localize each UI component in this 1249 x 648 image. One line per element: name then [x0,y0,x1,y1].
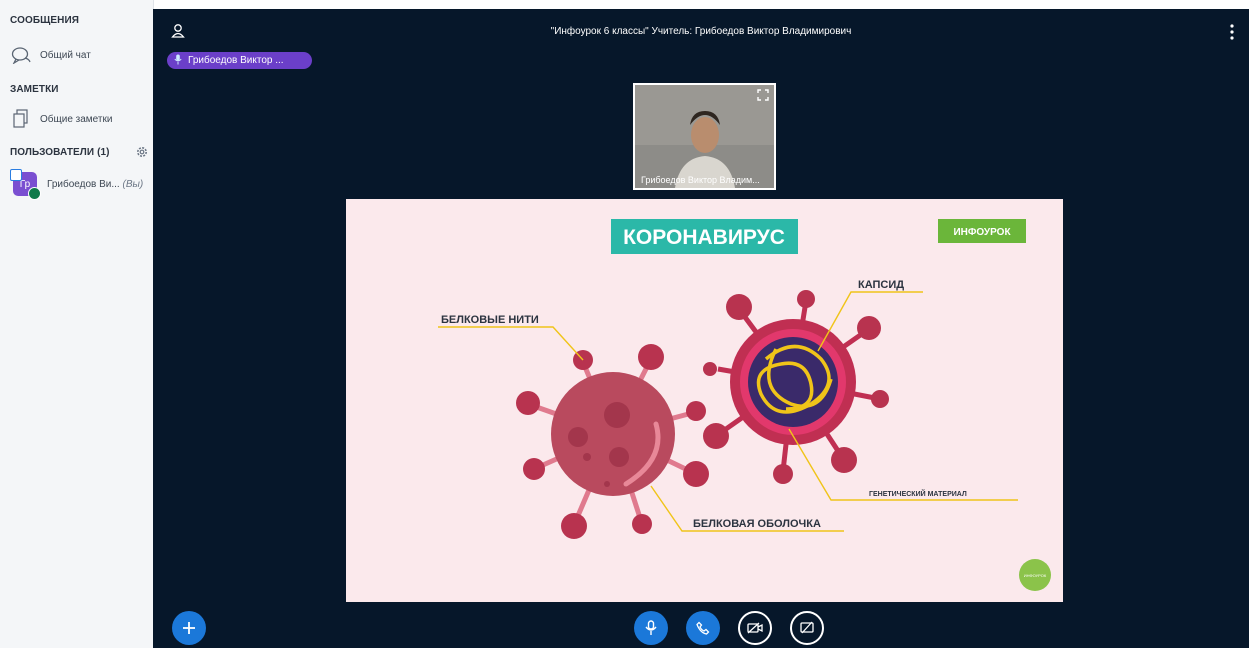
user-list-item[interactable]: Гр Грибоедов Ви... (Вы) [10,169,143,200]
sidebar-item-shared-notes[interactable]: Общие заметки [10,108,112,130]
mute-button[interactable] [634,611,668,645]
label-shell: БЕЛКОВАЯ ОБОЛОЧКА [693,518,821,530]
notes-icon [10,108,32,130]
presentation-slide[interactable]: КОРОНАВИРУС ИНФОУРОК БЕЛКОВЫЕ НИТИ КАПСИ… [346,199,1063,602]
shared-notes-label: Общие заметки [40,113,113,125]
mic-icon [645,620,657,635]
screenshare-off-icon [800,621,814,634]
users-header: ПОЛЬЗОВАТЕЛИ (1) [10,147,110,158]
phone-icon [696,621,710,635]
mic-icon [174,54,182,68]
notes-header: ЗАМЕТКИ [10,84,59,95]
slide-graphic: КОРОНАВИРУС ИНФОУРОК БЕЛКОВЫЕ НИТИ КАПСИ… [438,219,1051,591]
public-chat-label: Общий чат [40,49,91,61]
meeting-title: "Инфоурок 6 классы" Учитель: Грибоедов В… [550,26,852,37]
main-area: "Инфоурок 6 классы" Учитель: Грибоедов В… [153,9,1249,648]
messages-header: СООБЩЕНИЯ [10,15,80,26]
actions-plus-button[interactable] [172,611,206,645]
plus-icon [183,622,195,634]
slide-title: КОРОНАВИРУС [623,226,785,249]
mic-icon [28,187,41,200]
gear-icon[interactable] [135,145,149,159]
camera-off-icon [747,622,763,634]
leave-audio-button[interactable] [686,611,720,645]
webcam-label: Грибоедов Виктор Владим... [641,175,760,185]
chat-icon [10,44,32,66]
talking-user-name: Грибоедов Виктор ... [188,55,284,66]
share-webcam-button[interactable] [738,611,772,645]
fullscreen-icon[interactable] [756,88,770,102]
webcam-feed [635,85,774,188]
slide-badge-text: ИНФОУРОК [1024,573,1047,578]
label-capsid: КАПСИД [858,279,904,291]
label-protein-threads: БЕЛКОВЫЕ НИТИ [441,314,539,326]
share-screen-button[interactable] [790,611,824,645]
sidebar: СООБЩЕНИЯ Общий чат ЗАМЕТКИ Общие заметк… [0,0,154,648]
label-genetic: ГЕНЕТИЧЕСКИЙ МАТЕРИАЛ [869,489,967,498]
user-name-text: Грибоедов Ви... [47,178,120,190]
user-name: Грибоедов Ви... (Вы) [47,179,143,190]
slide-logo: ИНФОУРОК [953,227,1011,238]
talking-indicator[interactable]: Грибоедов Виктор ... [167,52,312,69]
more-icon[interactable] [1229,23,1235,41]
you-label: (Вы) [122,178,144,190]
webcam-video[interactable]: Грибоедов Виктор Владим... [633,83,776,190]
avatar: Гр [10,169,41,200]
sidebar-item-public-chat[interactable]: Общий чат [10,44,91,66]
moderator-icon [10,169,22,181]
